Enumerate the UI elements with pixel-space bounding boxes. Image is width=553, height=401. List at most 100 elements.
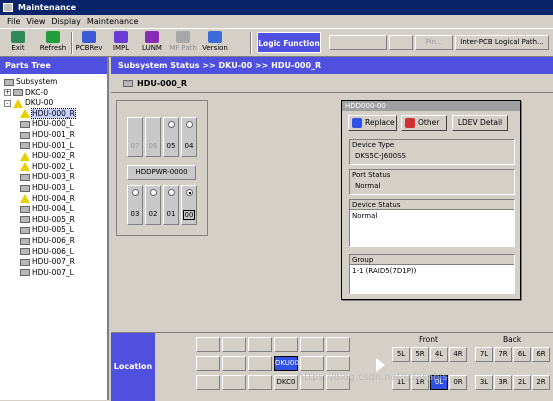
toolbar-blank-button-2[interactable]: [389, 35, 413, 50]
location-cell[interactable]: [248, 375, 272, 390]
location-bar: Location DKU00 DKC0 Front Back 5L 5R 4L …: [111, 332, 553, 401]
slot-radio-selected[interactable]: [186, 189, 193, 196]
impl-button[interactable]: IMPL: [108, 30, 134, 56]
location-cell[interactable]: [274, 337, 298, 352]
location-cell[interactable]: [248, 356, 272, 371]
tree-item[interactable]: HDU-007_L: [20, 268, 74, 278]
slot-radio[interactable]: [186, 121, 193, 128]
hdd-slot-02[interactable]: 02: [145, 185, 161, 225]
tree-item[interactable]: HDU-000_R: [20, 107, 76, 119]
hdd-slot-07[interactable]: 07: [127, 117, 143, 157]
refresh-button[interactable]: Refresh: [36, 30, 70, 56]
location-cell[interactable]: [222, 356, 246, 371]
location-cell[interactable]: [248, 337, 272, 352]
tree-item[interactable]: HDU-003_L: [20, 183, 74, 193]
dkc-icon: [13, 89, 23, 97]
version-button[interactable]: Version: [200, 30, 230, 56]
location-cell[interactable]: [196, 375, 220, 390]
location-cell[interactable]: [326, 337, 350, 352]
ldev-detail-button[interactable]: LDEV Detail: [452, 115, 508, 131]
pcbrev-button[interactable]: PCBRev: [74, 30, 104, 56]
back-slot-6r[interactable]: 6R: [532, 347, 550, 362]
slot-radio[interactable]: [168, 189, 175, 196]
warning-icon: [13, 98, 23, 108]
tree-item[interactable]: HDU-001_R: [20, 130, 75, 140]
tree-item[interactable]: + DKC-0: [4, 88, 48, 98]
app-icon: [3, 3, 13, 12]
hdd-power-button[interactable]: HDDPWR-0000: [127, 165, 196, 180]
menu-view[interactable]: View: [23, 15, 48, 28]
tree-item-label: HDU-003_L: [32, 183, 74, 192]
toolbar-blank-button-1[interactable]: [329, 35, 387, 50]
location-dku00-cell[interactable]: DKU00: [274, 356, 299, 371]
location-cell[interactable]: [196, 337, 220, 352]
window-title: Maintenance: [18, 3, 77, 12]
other-button[interactable]: Other: [401, 115, 447, 131]
slot-radio[interactable]: [168, 121, 175, 128]
lunm-button[interactable]: LUNM: [138, 30, 166, 56]
back-slot-7r[interactable]: 7R: [494, 347, 512, 362]
tree-item-label: HDU-006_R: [32, 236, 75, 245]
expand-icon[interactable]: +: [4, 89, 11, 97]
tree-item[interactable]: HDU-004_L: [20, 204, 74, 214]
front-label: Front: [419, 335, 438, 344]
group-label: Group: [350, 255, 514, 265]
front-slot-4r[interactable]: 4R: [449, 347, 467, 362]
tree-item[interactable]: HDU-003_R: [20, 172, 75, 182]
hdd-slot-01[interactable]: 01: [163, 185, 179, 225]
mf-path-button[interactable]: MF Path: [169, 30, 197, 56]
tree-item[interactable]: HDU-004_R: [20, 194, 75, 204]
location-cell[interactable]: [300, 356, 324, 371]
front-slot-4l[interactable]: 4L: [430, 347, 448, 362]
location-dkc0-cell[interactable]: DKC0: [274, 375, 298, 390]
slot-radio[interactable]: [132, 189, 139, 196]
front-slot-5r[interactable]: 5R: [411, 347, 429, 362]
hdd-slot-00[interactable]: 00: [181, 185, 197, 225]
back-slot-2l[interactable]: 2L: [513, 375, 531, 390]
hdd-slot-03[interactable]: 03: [127, 185, 143, 225]
tree-item[interactable]: HDU-001_L: [20, 141, 74, 151]
tree-item[interactable]: HDU-006_R: [20, 236, 75, 246]
location-cell[interactable]: [300, 337, 324, 352]
tree-item[interactable]: HDU-007_R: [20, 257, 75, 267]
tree-item[interactable]: HDU-002_L: [20, 162, 74, 172]
front-slot-5l[interactable]: 5L: [392, 347, 410, 362]
hdu-icon: [20, 131, 30, 139]
hdd-slot-06[interactable]: 06: [145, 117, 161, 157]
front-slot-0r[interactable]: 0R: [449, 375, 467, 390]
tree-item-label: DKC-0: [25, 87, 48, 97]
back-slot-3r[interactable]: 3R: [494, 375, 512, 390]
tree-item[interactable]: HDU-005_L: [20, 225, 74, 235]
pin-button[interactable]: Pin...: [415, 35, 453, 50]
replace-button[interactable]: Replace: [348, 115, 397, 131]
back-slot-6l[interactable]: 6L: [513, 347, 531, 362]
menu-bar: File View Display Maintenance: [0, 15, 553, 28]
tree-item[interactable]: Subsystem: [4, 77, 57, 87]
hdd-slot-04[interactable]: 04: [181, 117, 197, 157]
hdu-icon: [20, 142, 30, 150]
back-slot-3l[interactable]: 3L: [475, 375, 493, 390]
tree-item[interactable]: HDU-006_L: [20, 247, 74, 257]
back-slot-2r[interactable]: 2R: [532, 375, 550, 390]
tree-item[interactable]: HDU-002_R: [20, 151, 75, 161]
mf-path-icon: [176, 31, 190, 43]
version-icon: [208, 31, 222, 43]
location-cell[interactable]: [326, 356, 350, 371]
collapse-icon[interactable]: -: [4, 99, 11, 107]
logic-function-button[interactable]: Logic Function: [257, 32, 321, 53]
location-cell[interactable]: [222, 337, 246, 352]
back-slot-7l[interactable]: 7L: [475, 347, 493, 362]
tree-item-label: HDU-001_L: [32, 140, 74, 150]
slot-radio[interactable]: [150, 189, 157, 196]
location-cell[interactable]: [196, 356, 220, 371]
location-cell[interactable]: [222, 375, 246, 390]
menu-display[interactable]: Display: [48, 15, 84, 28]
inter-pcb-logical-path-button[interactable]: Inter-PCB Logical Path...: [455, 35, 549, 50]
tree-item[interactable]: HDU-005_R: [20, 215, 75, 225]
exit-button[interactable]: Exit: [4, 30, 32, 56]
hdd-slot-05[interactable]: 05: [163, 117, 179, 157]
menu-maintenance[interactable]: Maintenance: [84, 15, 142, 28]
tree-item[interactable]: - DKU-00: [4, 98, 53, 108]
tree-item[interactable]: HDU-000_L: [20, 119, 74, 129]
menu-file[interactable]: File: [4, 15, 23, 28]
